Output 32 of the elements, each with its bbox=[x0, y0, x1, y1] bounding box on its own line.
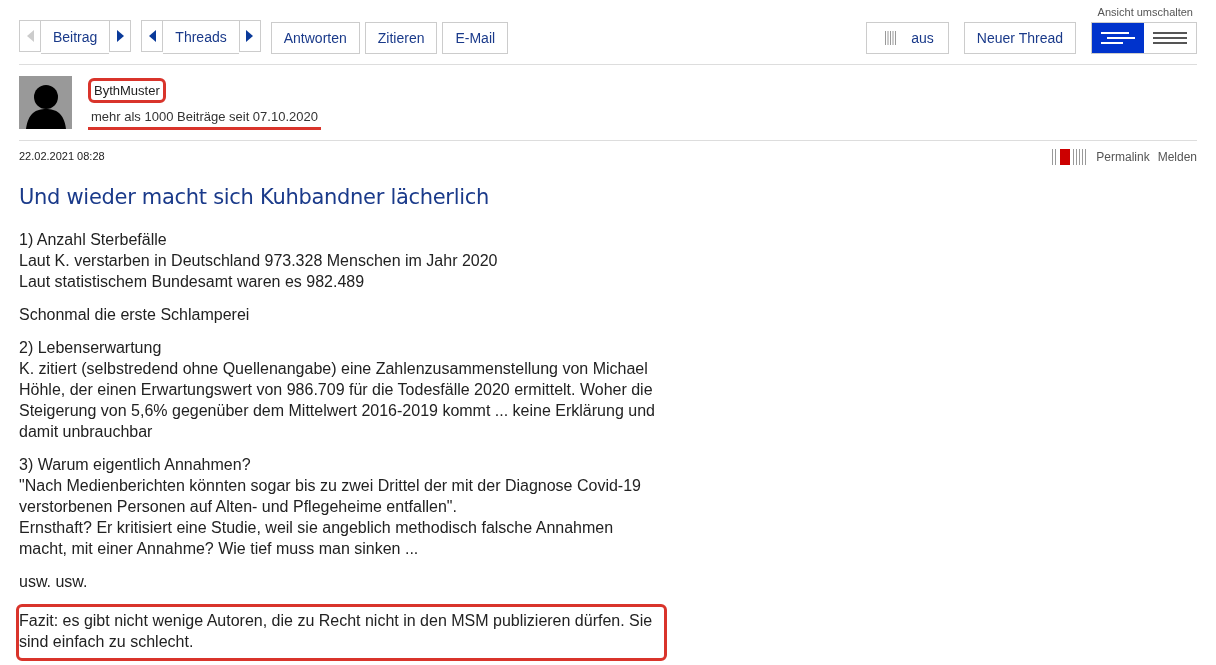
right-triangle-icon bbox=[246, 30, 254, 42]
post-paragraph: 3) Warum eigentlich Annahmen? "Nach Medienberichten könnten sogar bis zu zwei Drittel der mit der Diagnose Covid-19 verstorbenen Personen auf Alten- und Pflegeheime entfallen". Ernsthaft? Er kritisiert eine Studie, weil sie angeblich methodisch falsche Annahmen macht, mit einer Annahme? Wie tief muss man sinken ... bbox=[19, 455, 641, 559]
new-thread-button[interactable]: Neuer Thread bbox=[963, 22, 1076, 54]
view-button[interactable] bbox=[1092, 23, 1144, 53]
post-link[interactable]: Permalink bbox=[1096, 150, 1150, 164]
avatar-silhouette bbox=[19, 76, 72, 129]
next-button[interactable] bbox=[238, 20, 261, 52]
previous-button[interactable] bbox=[141, 20, 164, 52]
action-button[interactable]: Zitieren bbox=[364, 22, 438, 54]
nav-label: Threads bbox=[163, 20, 239, 54]
author-name[interactable]: BythMuster bbox=[88, 78, 166, 103]
action-button[interactable]: Antworten bbox=[270, 22, 360, 54]
post-title: Und wieder macht sich Kuhbandner lächerlich bbox=[19, 185, 491, 209]
post-paragraph: Schonmal die erste Schlamperei bbox=[19, 305, 250, 325]
post-paragraph: usw. usw. bbox=[19, 572, 88, 592]
author-meta: mehr als 1000 Beiträge seit 07.10.2020 bbox=[88, 109, 321, 130]
post-paragraph: 2) Lebenserwartung K. zitiert (selbstredend ohne Quellenangabe) eine Zahlenzusammenstellung von Michael Höhle, der einen Erwartungswert von 986.709 für die Todesfälle 2020 ermittelt. Woher die Steigerung von 5,6% gegenüber dem Mittelwert 2016-2019 kommt ... keine Erklärung und damit unbrauchbar bbox=[19, 338, 655, 442]
post-paragraph: Fazit: es gibt nicht wenige Autoren, die zu Recht nicht in den MSM publizieren dürfen. Sie sind einfach zu schlecht. bbox=[16, 604, 668, 661]
post-date: 22.02.2021 08:28 bbox=[19, 150, 106, 162]
post-paragraph: 1) Anzahl Sterbefälle Laut K. verstarben in Deutschland 973.328 Menschen im Jahr 2020 Laut statistischem Bundesamt waren es 982.489 bbox=[19, 230, 498, 292]
next-button[interactable] bbox=[109, 20, 132, 52]
view-switch-label: Ansicht umschalten bbox=[1097, 6, 1193, 18]
post-link[interactable]: Melden bbox=[1157, 150, 1197, 164]
left-triangle-icon bbox=[148, 30, 156, 42]
left-triangle-icon bbox=[26, 30, 34, 42]
action-button[interactable]: E-Mail bbox=[442, 22, 509, 54]
indented-lines-icon bbox=[1101, 31, 1135, 45]
bars-icon bbox=[885, 31, 898, 45]
lines-icon bbox=[1153, 31, 1187, 45]
right-triangle-icon bbox=[116, 30, 124, 42]
rating-toggle-button[interactable]: aus bbox=[866, 22, 949, 54]
rating-bar-icon bbox=[1052, 149, 1089, 165]
